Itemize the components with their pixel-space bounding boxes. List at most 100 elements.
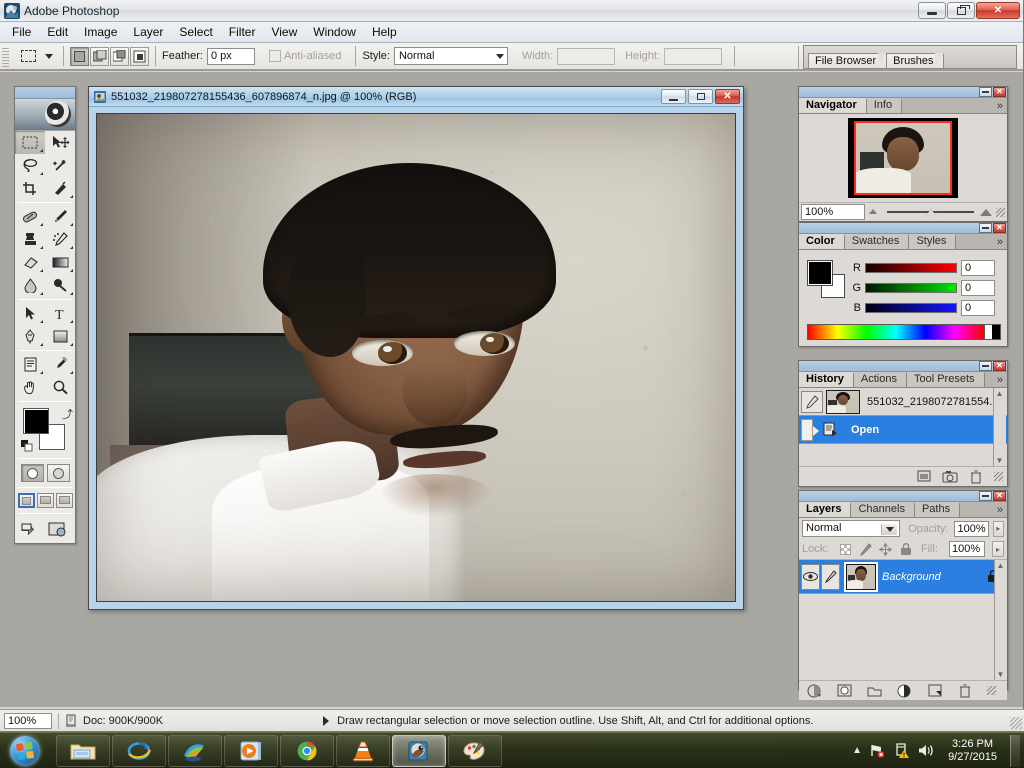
history-state-marker[interactable] [801, 418, 819, 441]
palette-well-tab-file-browser[interactable]: File Browser [808, 53, 888, 69]
rectangular-marquee-tool[interactable] [15, 131, 45, 154]
taskbar-item-adobe-photoshop[interactable] [392, 734, 446, 767]
window-resize-grip[interactable] [1010, 717, 1022, 729]
history-brush-tool[interactable] [45, 228, 75, 251]
full-screen-with-menubar-button[interactable] [36, 493, 54, 508]
slider-b[interactable] [862, 303, 957, 320]
color-palette-title-bar[interactable]: ✕ [799, 223, 1007, 234]
jump-to-browser-icon[interactable] [47, 520, 69, 538]
history-scrollbar[interactable]: ▲ ▼ [993, 388, 1006, 466]
default-colors-icon[interactable] [21, 440, 33, 452]
feather-input[interactable]: 0 px [206, 47, 255, 65]
blend-mode-select[interactable]: Normal [802, 520, 901, 537]
rectangular-marquee-icon[interactable] [17, 46, 39, 66]
zoom-out-small-mountain-icon[interactable] [869, 208, 881, 216]
tab-info[interactable]: Info [866, 98, 903, 113]
value-g[interactable]: 0 [961, 280, 995, 296]
layer-link-brush-icon[interactable] [821, 563, 840, 590]
standard-mode-button[interactable] [20, 464, 44, 482]
add-to-selection-button[interactable] [90, 46, 109, 66]
start-button[interactable] [0, 734, 50, 768]
menu-filter[interactable]: Filter [221, 23, 264, 41]
crop-tool[interactable] [15, 177, 45, 200]
tab-actions[interactable]: Actions [853, 372, 908, 387]
clone-stamp-tool[interactable] [15, 228, 45, 251]
layers-close-button[interactable]: ✕ [993, 491, 1006, 501]
slider-g[interactable] [862, 283, 957, 300]
scroll-up-icon[interactable]: ▲ [995, 560, 1006, 571]
taskbar-item-google-chrome[interactable] [280, 734, 334, 767]
menu-layer[interactable]: Layer [125, 23, 171, 41]
tool-preset-picker-arrow[interactable] [45, 53, 53, 59]
history-state-row[interactable]: Open [799, 416, 1007, 444]
scroll-up-icon[interactable]: ▲ [994, 388, 1005, 399]
new-selection-button[interactable] [70, 46, 89, 66]
healing-brush-tool[interactable] [15, 205, 45, 228]
eyedropper-tool[interactable] [45, 353, 75, 376]
status-zoom-input[interactable]: 100% [4, 712, 52, 729]
lock-image-pixels-icon[interactable] [859, 542, 873, 556]
blur-tool[interactable] [15, 274, 45, 297]
color-minimize-button[interactable] [979, 223, 992, 233]
tab-tool-presets[interactable]: Tool Presets [906, 372, 985, 387]
status-menu-arrow-icon[interactable] [323, 715, 330, 726]
document-restore-button[interactable] [688, 89, 713, 104]
pen-tool[interactable] [15, 325, 45, 348]
opacity-input[interactable]: 100% [954, 520, 989, 537]
menu-help[interactable]: Help [364, 23, 405, 41]
color-close-button[interactable]: ✕ [993, 223, 1006, 233]
history-palette-title-bar[interactable]: ✕ [799, 361, 1007, 372]
restore-button[interactable] [947, 2, 975, 19]
document-close-button[interactable]: ✕ [715, 89, 740, 104]
show-hidden-icons-icon[interactable]: ▲ [852, 745, 862, 756]
navigator-palette-title-bar[interactable]: ✕ [799, 87, 1007, 98]
layers-resize-grip[interactable] [986, 686, 996, 695]
menu-file[interactable]: File [4, 23, 39, 41]
foreground-color-swatch[interactable] [23, 408, 49, 434]
taskbar-item-internet-explorer[interactable] [112, 734, 166, 767]
height-input[interactable] [664, 47, 723, 65]
history-menu-icon[interactable]: » [997, 374, 1003, 386]
value-r[interactable]: 0 [961, 260, 995, 276]
network-error-icon[interactable] [869, 743, 886, 758]
menu-edit[interactable]: Edit [39, 23, 76, 41]
intersect-with-selection-button[interactable] [130, 46, 149, 66]
history-close-button[interactable]: ✕ [993, 361, 1006, 371]
volume-icon[interactable] [917, 743, 935, 758]
taskbar-item-microsoft-paint[interactable] [448, 734, 502, 767]
value-b[interactable]: 0 [961, 300, 995, 316]
navigator-close-button[interactable]: ✕ [993, 87, 1006, 97]
fill-input[interactable]: 100% [949, 541, 985, 557]
new-snapshot-icon[interactable] [942, 469, 958, 484]
magic-wand-tool[interactable] [45, 154, 75, 177]
tab-styles[interactable]: Styles [909, 234, 957, 249]
move-tool[interactable] [45, 131, 75, 154]
zoom-in-large-mountain-icon[interactable] [980, 208, 992, 216]
path-selection-tool[interactable] [15, 302, 45, 325]
anti-aliased-checkbox[interactable] [268, 50, 281, 62]
color-menu-icon[interactable]: » [997, 236, 1003, 248]
new-group-icon[interactable] [867, 683, 883, 698]
navigator-menu-icon[interactable]: » [997, 100, 1003, 112]
menu-view[interactable]: View [263, 23, 305, 41]
taskbar-item-windows-photo-gallery[interactable] [168, 734, 222, 767]
layer-thumbnail[interactable] [844, 561, 878, 592]
brush-tool[interactable] [45, 205, 75, 228]
layer-name[interactable]: Background [882, 571, 987, 583]
canvas-area[interactable] [96, 113, 736, 602]
taskbar-item-windows-media-player[interactable] [224, 734, 278, 767]
layers-scrollbar[interactable]: ▲ ▼ [994, 560, 1007, 680]
dodge-tool[interactable] [45, 274, 75, 297]
menu-image[interactable]: Image [76, 23, 125, 41]
document-minimize-button[interactable] [661, 89, 686, 104]
options-bar-grip[interactable] [2, 45, 9, 67]
tab-history[interactable]: History [799, 372, 854, 387]
notes-tool[interactable] [15, 353, 45, 376]
slice-tool[interactable] [45, 177, 75, 200]
full-screen-mode-button[interactable] [55, 493, 73, 508]
layer-mask-icon[interactable] [837, 683, 853, 698]
color-spectrum-ramp[interactable] [807, 324, 1001, 340]
layers-minimize-button[interactable] [979, 491, 992, 501]
document-title-bar[interactable]: 551032_219807278155436_607896874_n.jpg @… [89, 87, 743, 107]
style-select[interactable]: Normal [393, 47, 508, 65]
